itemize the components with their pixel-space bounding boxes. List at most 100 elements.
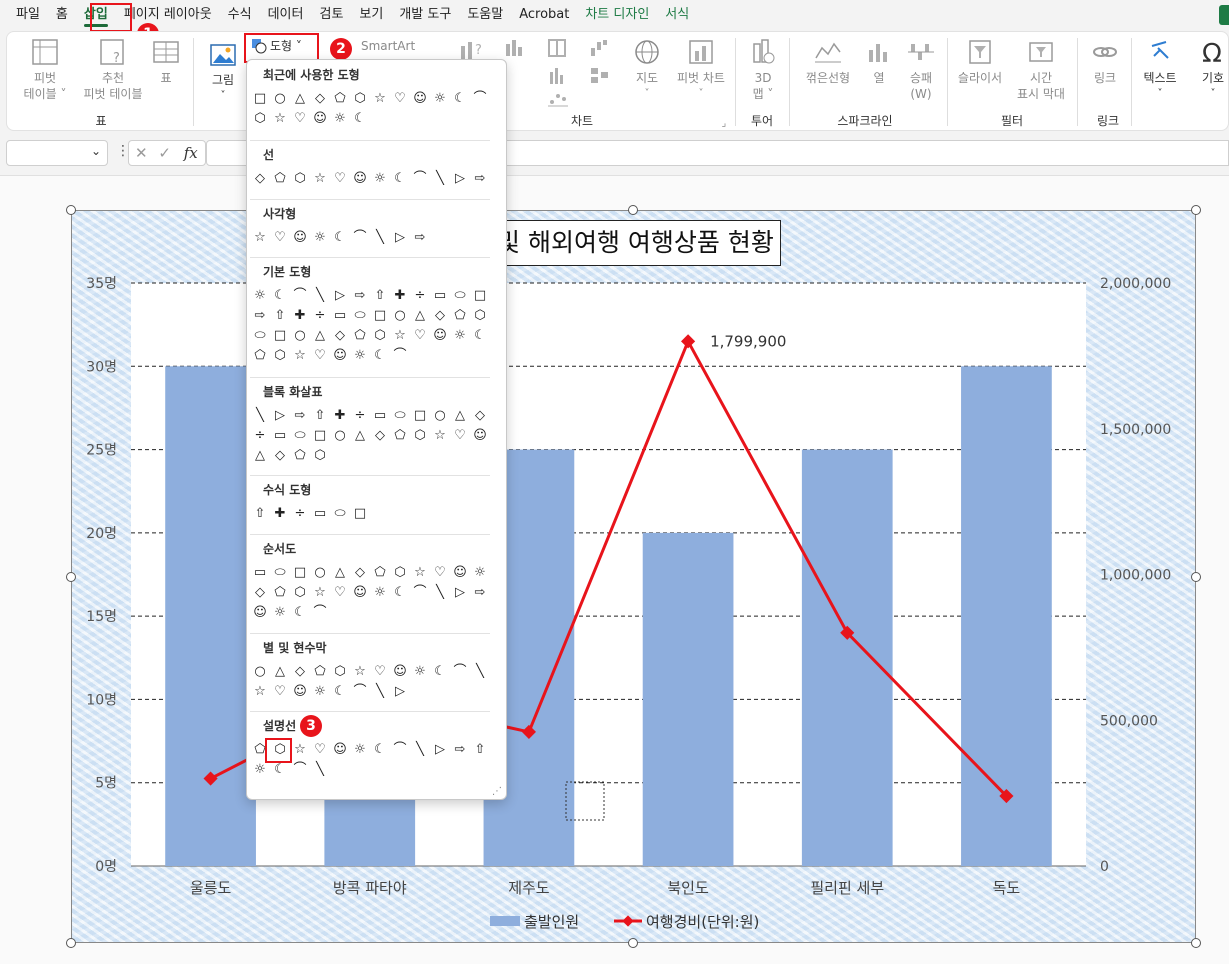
- column-chart-button[interactable]: [499, 38, 535, 62]
- shape-option[interactable]: ⌒: [411, 582, 429, 600]
- shape-option[interactable]: ╲: [431, 582, 449, 600]
- shape-option[interactable]: □: [371, 305, 389, 323]
- shape-option[interactable]: ⬡: [371, 325, 389, 343]
- shape-option[interactable]: ☼: [351, 345, 369, 363]
- shape-option[interactable]: ▭: [251, 562, 269, 580]
- shape-option[interactable]: ☆: [291, 345, 309, 363]
- shape-option[interactable]: ☼: [311, 227, 329, 245]
- shape-option[interactable]: ⌒: [351, 681, 369, 699]
- shape-option[interactable]: ╲: [371, 681, 389, 699]
- shape-option[interactable]: △: [251, 445, 269, 463]
- shape-option[interactable]: ÷: [251, 425, 269, 443]
- shape-option[interactable]: ◇: [351, 562, 369, 580]
- shape-option[interactable]: ♡: [271, 681, 289, 699]
- shape-option[interactable]: ⬠: [271, 168, 289, 186]
- shape-option[interactable]: ☆: [271, 108, 289, 126]
- shape-option[interactable]: ╲: [371, 227, 389, 245]
- shape-option[interactable]: ▷: [451, 582, 469, 600]
- shape-option[interactable]: ⬡: [411, 425, 429, 443]
- shape-option[interactable]: ⬡: [271, 345, 289, 363]
- shape-option[interactable]: ☼: [331, 108, 349, 126]
- shape-option[interactable]: △: [271, 661, 289, 679]
- shape-option[interactable]: ▷: [451, 168, 469, 186]
- shape-option[interactable]: ⌒: [451, 661, 469, 679]
- fx-icon[interactable]: fx: [184, 144, 198, 162]
- shape-option[interactable]: ☺: [291, 227, 309, 245]
- shape-option[interactable]: ⬡: [391, 562, 409, 580]
- shape-option[interactable]: ⇧: [471, 739, 489, 757]
- shape-option[interactable]: ⌒: [391, 345, 409, 363]
- shape-option[interactable]: ▷: [431, 739, 449, 757]
- shape-option[interactable]: ⬭: [291, 425, 309, 443]
- shape-option[interactable]: ⬭: [391, 405, 409, 423]
- shape-option[interactable]: ☺: [351, 582, 369, 600]
- shape-option[interactable]: ☾: [391, 582, 409, 600]
- resize-handle[interactable]: [66, 205, 76, 215]
- shape-option[interactable]: ♡: [331, 168, 349, 186]
- shape-option[interactable]: ☆: [291, 739, 309, 757]
- shape-option[interactable]: ♡: [311, 739, 329, 757]
- shape-option[interactable]: ╲: [411, 739, 429, 757]
- shape-option[interactable]: ÷: [291, 503, 309, 521]
- shape-option[interactable]: ⬡: [331, 661, 349, 679]
- shape-option[interactable]: ♡: [411, 325, 429, 343]
- scatter-chart-button[interactable]: [543, 88, 579, 112]
- shape-option[interactable]: ÷: [351, 405, 369, 423]
- shape-option[interactable]: ÷: [311, 305, 329, 323]
- shape-option[interactable]: ☆: [311, 168, 329, 186]
- shape-option[interactable]: ✚: [331, 405, 349, 423]
- menu-tab-7[interactable]: 보기: [351, 0, 391, 30]
- shape-option[interactable]: ÷: [411, 285, 429, 303]
- shape-option[interactable]: ⇨: [451, 739, 469, 757]
- shape-option[interactable]: ☼: [371, 168, 389, 186]
- shape-option[interactable]: ☼: [351, 739, 369, 757]
- table-button[interactable]: 표: [149, 38, 183, 86]
- menu-tab-4[interactable]: 수식: [220, 0, 260, 30]
- resize-handle[interactable]: [1191, 938, 1201, 948]
- resize-grip-icon[interactable]: ⋰: [492, 786, 502, 797]
- shape-option[interactable]: ☾: [331, 227, 349, 245]
- shape-option[interactable]: ⇧: [251, 503, 269, 521]
- shape-option[interactable]: ▷: [391, 681, 409, 699]
- shape-option[interactable]: ⬭: [251, 325, 269, 343]
- shape-option[interactable]: ⬭: [351, 305, 369, 323]
- shape-option[interactable]: ☆: [431, 425, 449, 443]
- shape-option[interactable]: □: [271, 325, 289, 343]
- shape-option[interactable]: ♡: [311, 345, 329, 363]
- shape-option[interactable]: ☆: [391, 325, 409, 343]
- shape-option[interactable]: ⇧: [311, 405, 329, 423]
- shape-option[interactable]: □: [471, 285, 489, 303]
- menu-tab-12[interactable]: 서식: [657, 0, 697, 30]
- menu-tab-5[interactable]: 데이터: [260, 0, 312, 30]
- shape-option[interactable]: ⬡: [251, 108, 269, 126]
- shape-option[interactable]: ☆: [251, 681, 269, 699]
- shape-option[interactable]: ☺: [331, 739, 349, 757]
- shape-option[interactable]: ☼: [251, 285, 269, 303]
- shape-option[interactable]: ⇨: [251, 305, 269, 323]
- shape-option[interactable]: ☾: [431, 661, 449, 679]
- shape-option[interactable]: ▭: [331, 305, 349, 323]
- menu-tab-1[interactable]: 홈: [48, 0, 76, 30]
- shape-option[interactable]: ▷: [331, 285, 349, 303]
- shape-option[interactable]: ♡: [331, 582, 349, 600]
- shape-option[interactable]: ☼: [311, 681, 329, 699]
- menu-tab-8[interactable]: 개발 도구: [391, 0, 459, 30]
- shape-option[interactable]: ☼: [411, 661, 429, 679]
- shape-option[interactable]: ⬡: [291, 582, 309, 600]
- shape-option[interactable]: △: [451, 405, 469, 423]
- shape-option[interactable]: ◇: [471, 405, 489, 423]
- resize-handle[interactable]: [1191, 572, 1201, 582]
- resize-handle[interactable]: [66, 938, 76, 948]
- shape-option[interactable]: ◇: [251, 582, 269, 600]
- shape-option[interactable]: □: [351, 503, 369, 521]
- shape-option[interactable]: ▭: [311, 503, 329, 521]
- shape-option[interactable]: ⬭: [271, 562, 289, 580]
- shape-option[interactable]: △: [411, 305, 429, 323]
- shape-option[interactable]: ○: [391, 305, 409, 323]
- shape-option[interactable]: ⬠: [451, 305, 469, 323]
- shape-option[interactable]: ♡: [431, 562, 449, 580]
- stat-chart-button[interactable]: [543, 66, 579, 90]
- chart-dialog-launcher[interactable]: ⌟: [717, 116, 731, 132]
- shape-option[interactable]: ╲: [311, 759, 329, 777]
- cancel-icon[interactable]: ✕: [135, 144, 148, 162]
